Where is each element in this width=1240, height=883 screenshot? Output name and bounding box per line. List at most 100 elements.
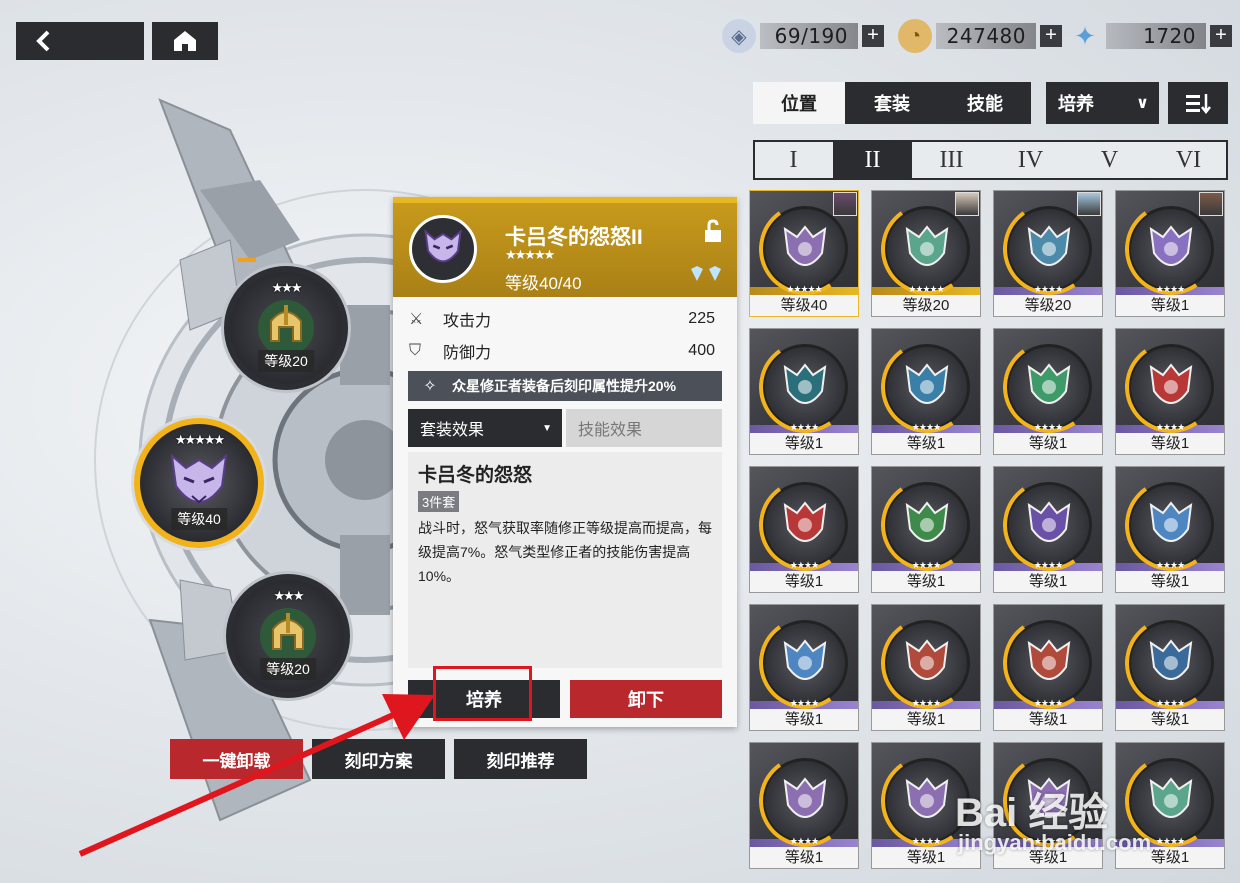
imprint-card[interactable]: ★★★★ 等级20 [993,190,1103,317]
dropdown-triangle-icon: ▼ [542,422,552,434]
imprint-stars: ★★★★★ [505,247,555,262]
card-level: 等级1 [1116,709,1224,730]
imprint-card[interactable]: ★★★★ 等级1 [871,328,981,455]
unequip-button[interactable]: 卸下 [570,680,722,718]
card-stars: ★★★★ [789,698,819,708]
star-emblem-icon: ✧ [423,378,437,395]
card-level: 等级1 [750,433,858,454]
imprint-card[interactable]: ★★★★ 等级1 [993,466,1103,593]
equipped-by-avatar [1077,192,1101,216]
position-tab-3[interactable]: III [912,141,991,179]
card-level: 等级20 [994,295,1102,316]
blue-dragon-icon [783,639,827,680]
equip-slot-top[interactable]: ★★★ 等级20 [224,266,348,390]
card-stars: ★★★★ [1033,422,1063,432]
slot-middle-level: 等级40 [171,508,227,530]
card-level: 等级1 [750,847,858,868]
back-button[interactable] [16,22,144,60]
card-level: 等级1 [872,433,980,454]
chevron-down-icon: ∨ [1136,95,1149,112]
card-level: 等级1 [994,433,1102,454]
imprint-card[interactable]: ★★★★ 等级1 [1115,466,1225,593]
imprint-card[interactable]: ★★★★ 等级1 [749,328,859,455]
card-level: 等级1 [1116,295,1224,316]
imprint-card[interactable]: ★★★★★ 等级40 [749,190,859,317]
imprint-card[interactable]: ★★★★ 等级1 [749,466,859,593]
tab-skill-label: 技能 [967,94,1003,114]
unlock-icon[interactable] [703,219,723,243]
card-stars: ★★★★ [911,422,941,432]
sort-button[interactable] [1168,82,1228,124]
temple-pillar-icon [1027,225,1071,266]
tab-set[interactable]: 套装 [845,82,939,124]
add-stamina-button[interactable]: + [862,25,884,47]
crystal-value: 1720 [1106,23,1206,49]
purple-crest-icon [1027,501,1071,542]
spear-head-icon [783,363,827,404]
defense-value: 400 [688,342,715,359]
defense-stat: ⛉ 防御力 400 [409,336,721,366]
set-description-box: 卡吕冬的怨怒 3件套 战斗时，怒气获取率随修正等级提高而提高，每级提高7%。怒气… [408,452,722,668]
set-effect-tab[interactable]: 套装效果 ▼ [408,409,562,447]
position-tab-6[interactable]: VI [1149,141,1228,179]
coin-value: 247480 [936,23,1036,49]
tab-skill[interactable]: 技能 [939,82,1031,124]
coin-icon: ◔ [898,19,932,53]
filter-dropdown[interactable]: 培养 ∨ [1046,82,1159,124]
card-stars: ★★★★ [1033,560,1063,570]
imprint-card[interactable]: ★★★★ 等级1 [1115,190,1225,317]
skill-effect-label: 技能效果 [578,422,643,439]
tab-position-label: 位置 [781,94,817,114]
set-description: 战斗时，怒气获取率随修正等级提高而提高，每级提高7%。怒气类型修正者的技能伤害提… [418,520,712,584]
equip-slot-middle[interactable]: ★★★★★ 等级40 [134,418,264,548]
chevron-left-icon [36,30,50,52]
equipped-by-avatar [833,192,857,216]
red-oni-swords-icon [783,501,827,542]
position-tab-5[interactable]: V [1070,141,1149,179]
infinity-knot-icon [905,225,949,266]
imprint-card[interactable]: ★★★★ 等级1 [871,604,981,731]
annotation-arrow [78,694,435,857]
card-stars: ★★★★ [1155,560,1185,570]
robot-stamina-icon: ◈ [722,19,756,53]
imprint-card[interactable]: ★★★★ 等级1 [1115,328,1225,455]
attack-label: 攻击力 [443,313,492,330]
card-level: 等级1 [750,709,858,730]
position-tab-2[interactable]: II [833,141,912,179]
diamond-gems-icon [691,266,721,281]
card-stars: ★★★★ [789,836,819,846]
imprint-card[interactable]: ★★★★ 等级1 [871,466,981,593]
demon-mask-icon [424,229,462,263]
add-crystal-button[interactable]: + [1210,25,1232,47]
golden-phoenix-icon [905,501,949,542]
imprint-card[interactable]: ★★★★ 等级1 [1115,604,1225,731]
red-oni-swords-icon [1149,363,1193,404]
set-name: 卡吕冬的怨怒 [418,465,533,486]
home-button[interactable] [152,22,218,60]
set-badge: 3件套 [418,491,460,512]
card-stars: ★★★★ [911,560,941,570]
demon-mask-purple-icon [905,777,949,818]
home-icon [174,31,196,51]
card-stars: ★★★★ [1033,284,1063,294]
imprint-card[interactable]: ★★★★★ 等级20 [871,190,981,317]
card-level: 等级1 [872,571,980,592]
slot-top-stars: ★★★ [271,280,303,295]
card-level: 等级1 [872,709,980,730]
card-stars: ★★★★ [789,560,819,570]
imprint-card[interactable]: ★★★★ 等级1 [749,604,859,731]
card-level: 等级1 [994,571,1102,592]
position-tab-4[interactable]: IV [991,141,1070,179]
slot-middle-stars: ★★★★★ [174,432,225,447]
imprint-card[interactable]: ★★★★ 等级1 [749,742,859,869]
crystal-resource: ✦ 1720 + [1068,21,1232,51]
position-tab-1[interactable]: I [754,141,833,179]
skill-effect-tab[interactable]: 技能效果 [566,409,722,447]
sort-icon [1186,94,1211,114]
imprint-card[interactable]: ★★★★ 等级1 [993,328,1103,455]
defense-label: 防御力 [443,345,492,362]
blue-dragon-icon [1149,501,1193,542]
tab-position[interactable]: 位置 [753,82,845,124]
imprint-card[interactable]: ★★★★ 等级1 [993,604,1103,731]
add-coin-button[interactable]: + [1040,25,1062,47]
